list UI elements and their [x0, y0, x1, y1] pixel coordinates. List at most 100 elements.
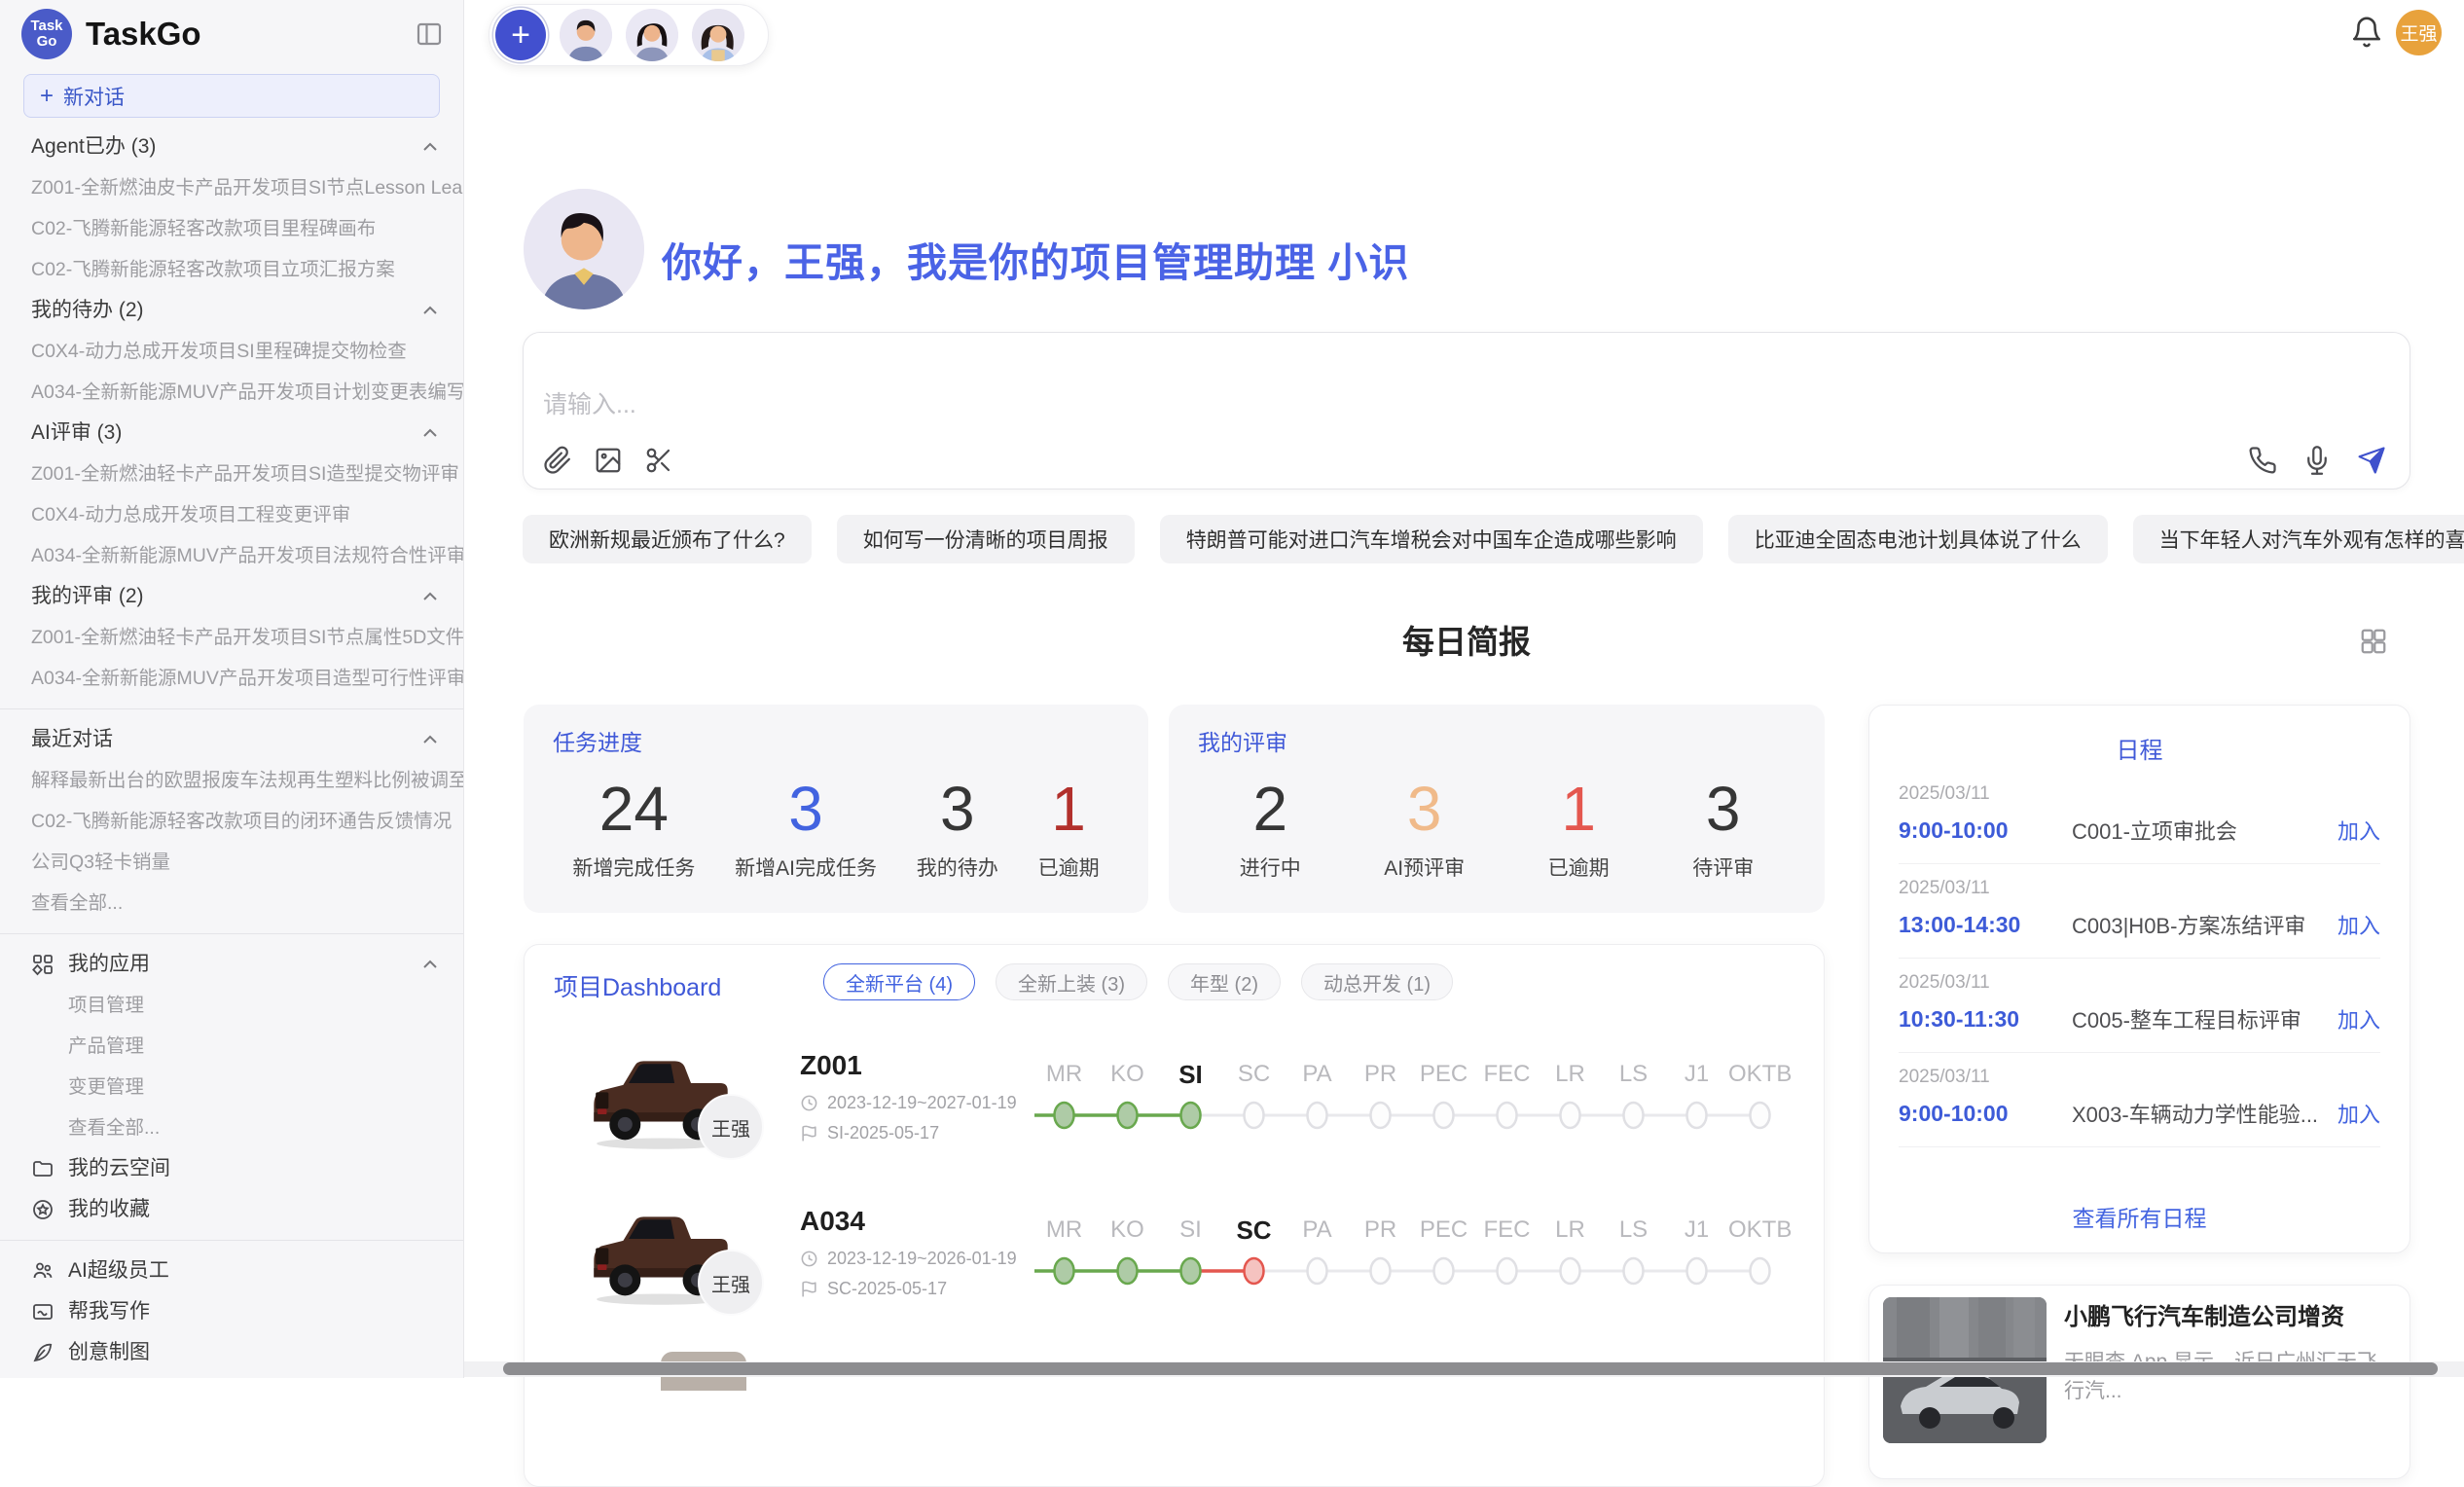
- join-link[interactable]: 加入: [2337, 815, 2380, 846]
- chevron-up-icon[interactable]: [422, 142, 438, 152]
- assistant-greeting: 你好，王强，我是你的项目管理助理 小识: [662, 230, 1409, 288]
- app-item[interactable]: 变更管理: [0, 1067, 463, 1107]
- news-card[interactable]: 小鹏飞行汽车制造公司增资 天眼查 App 显示，近日广州汇天飞行汽...: [1868, 1285, 2410, 1479]
- sidebar-item-cloud-space[interactable]: 我的云空间: [0, 1148, 463, 1189]
- sidebar-item-write[interactable]: 帮我写作: [0, 1291, 463, 1332]
- add-session-button[interactable]: +: [495, 10, 546, 60]
- stat-value: 3: [1384, 771, 1465, 847]
- conversation-item[interactable]: Z001-全新燃油轻卡产品开发项目SI节点属性5D文件评审: [0, 617, 463, 658]
- section-header[interactable]: Agent已办 (3): [0, 127, 463, 167]
- section-header[interactable]: 我的评审 (2): [0, 576, 463, 617]
- join-link[interactable]: 加入: [2337, 1098, 2380, 1129]
- suggestion-chip[interactable]: 特朗普可能对进口汽车增税会对中国车企造成哪些影响: [1160, 515, 1703, 563]
- milestone-label: PEC: [1412, 1211, 1475, 1250]
- conversation-item[interactable]: A034-全新新能源MUV产品开发项目造型可行性评审: [0, 658, 463, 699]
- task-section: 我的待办 (2) C0X4-动力总成开发项目SI里程碑提交物检查A034-全新新…: [0, 290, 463, 413]
- conversation-item[interactable]: C0X4-动力总成开发项目工程变更评审: [0, 494, 463, 535]
- suggestion-chip[interactable]: 如何写一份清晰的项目周报: [837, 515, 1135, 563]
- conversation-item[interactable]: A034-全新新能源MUV产品开发项目法规符合性评审: [0, 535, 463, 576]
- schedule-entry: 2025/03/11 9:00-10:00 C001-立项审批会 加入: [1899, 770, 2380, 864]
- app-item[interactable]: 产品管理: [0, 1026, 463, 1067]
- recent-chats-header[interactable]: 最近对话: [0, 719, 463, 760]
- recent-chat-item[interactable]: 查看全部...: [0, 883, 463, 924]
- message-input[interactable]: [543, 391, 1711, 419]
- people-icon: [31, 1259, 54, 1283]
- conversation-item[interactable]: C02-飞腾新能源轻客改款项目里程碑画布: [0, 208, 463, 249]
- sidebar-collapse-icon[interactable]: [415, 19, 444, 49]
- session-avatar-2[interactable]: [626, 9, 678, 61]
- send-icon[interactable]: [2357, 446, 2386, 475]
- milestone-label: MR: [1033, 1211, 1096, 1250]
- project-date-range: 2023-12-19~2027-01-19: [827, 1093, 1017, 1113]
- scissors-icon[interactable]: [644, 446, 673, 475]
- project-row[interactable]: 王强 Z001 2023-12-19~2027-01-19 SI-2025-05…: [525, 1025, 1825, 1180]
- image-icon[interactable]: [594, 446, 623, 475]
- recent-chat-item[interactable]: 解释最新出台的欧盟报废车法规再生塑料比例被调至15%...: [0, 760, 463, 801]
- chevron-up-icon[interactable]: [422, 306, 438, 315]
- conversation-item[interactable]: Z001-全新燃油轻卡产品开发项目SI造型提交物评审: [0, 453, 463, 494]
- section-header[interactable]: 我的待办 (2): [0, 290, 463, 331]
- stat-value: 3: [735, 771, 877, 847]
- section-items: C0X4-动力总成开发项目SI里程碑提交物检查A034-全新新能源MUV产品开发…: [0, 331, 463, 413]
- section-items: Z001-全新燃油皮卡产品开发项目SI节点Lesson Learn报告C02-飞…: [0, 167, 463, 290]
- chevron-up-icon[interactable]: [422, 960, 438, 969]
- writing-icon: [31, 1300, 54, 1324]
- new-chat-button[interactable]: + 新对话: [23, 74, 440, 118]
- microphone-icon[interactable]: [2302, 446, 2332, 475]
- join-link[interactable]: 加入: [2337, 1003, 2380, 1034]
- dashboard-tab[interactable]: 年型 (2): [1168, 963, 1281, 1000]
- clock-icon: [800, 1250, 818, 1268]
- chevron-up-icon[interactable]: [422, 735, 438, 744]
- sidebar-item-draw[interactable]: 创意制图: [0, 1332, 463, 1373]
- horizontal-scrollbar-thumb[interactable]: [503, 1362, 2438, 1375]
- stat-value: 3: [1692, 771, 1754, 847]
- sidebar-nav: Agent已办 (3) Z001-全新燃油皮卡产品开发项目SI节点Lesson …: [0, 127, 463, 1373]
- dashboard-tab[interactable]: 动总开发 (1): [1301, 963, 1453, 1000]
- stat-cell: 3 我的待办: [917, 771, 998, 882]
- app-item[interactable]: 项目管理: [0, 985, 463, 1026]
- view-all-schedule-link[interactable]: 查看所有日程: [1869, 1200, 2410, 1233]
- conversation-item[interactable]: A034-全新新能源MUV产品开发项目计划变更表编写: [0, 372, 463, 413]
- stat-card: 我的评审 2 进行中 3 AI预评审 1 已逾期 3: [1169, 705, 1825, 913]
- app-item[interactable]: 查看全部...: [0, 1107, 463, 1148]
- sidebar-item-favorites[interactable]: 我的收藏: [0, 1189, 463, 1230]
- chevron-up-icon[interactable]: [422, 428, 438, 438]
- chevron-up-icon[interactable]: [422, 592, 438, 601]
- app-items: 项目管理产品管理变更管理查看全部...: [0, 985, 463, 1148]
- sidebar-item-ai-staff[interactable]: AI超级员工: [0, 1251, 463, 1291]
- phone-icon[interactable]: [2248, 446, 2277, 475]
- suggestion-chip[interactable]: 比亚迪全固态电池计划具体说了什么: [1728, 515, 2108, 563]
- app-title: TaskGo: [86, 16, 201, 53]
- section-header[interactable]: AI评审 (3): [0, 413, 463, 453]
- session-switcher: +: [489, 4, 769, 66]
- dashboard-tab[interactable]: 全新上装 (3): [996, 963, 1147, 1000]
- recent-chat-item[interactable]: 公司Q3轻卡销量: [0, 842, 463, 883]
- milestone-label: PEC: [1412, 1055, 1475, 1094]
- paperclip-icon[interactable]: [543, 446, 572, 475]
- stat-label: AI预评审: [1384, 852, 1465, 882]
- recent-items: 解释最新出台的欧盟报废车法规再生塑料比例被调至15%...C02-飞腾新能源轻客…: [0, 760, 463, 924]
- recent-chat-item[interactable]: C02-飞腾新能源轻客改款项目的闭环通告反馈情况: [0, 801, 463, 842]
- conversation-item[interactable]: C02-飞腾新能源轻客改款项目立项汇报方案: [0, 249, 463, 290]
- session-avatar-1[interactable]: [560, 9, 612, 61]
- suggestion-chip[interactable]: 欧洲新规最近颁布了什么?: [523, 515, 812, 563]
- conversation-item[interactable]: Z001-全新燃油皮卡产品开发项目SI节点Lesson Learn报告: [0, 167, 463, 208]
- stat-cell: 1 已逾期: [1038, 771, 1100, 882]
- stat-value: 24: [572, 771, 695, 847]
- notifications-bell-icon[interactable]: [2350, 16, 2383, 49]
- suggestion-chip[interactable]: 当下年轻人对汽车外观有怎样的喜好趋势: [2133, 515, 2464, 563]
- layout-grid-icon[interactable]: [2359, 627, 2388, 656]
- project-row[interactable]: 王强 A034 2023-12-19~2026-01-19 SC-2025-05…: [525, 1180, 1825, 1336]
- user-avatar[interactable]: 王强: [2396, 10, 2442, 55]
- sidebar-item-my-apps[interactable]: 我的应用: [0, 944, 463, 985]
- milestone-label: J1: [1665, 1055, 1728, 1094]
- join-link[interactable]: 加入: [2337, 909, 2380, 940]
- stat-cell: 3 新增AI完成任务: [735, 771, 877, 882]
- conversation-item[interactable]: C0X4-动力总成开发项目SI里程碑提交物检查: [0, 331, 463, 372]
- section-label: Agent已办 (3): [31, 127, 156, 167]
- milestone-label: PA: [1286, 1211, 1349, 1250]
- milestone-label: FEC: [1475, 1055, 1539, 1094]
- session-avatar-3[interactable]: [692, 9, 744, 61]
- project-flag-milestone: SC-2025-05-17: [800, 1279, 947, 1299]
- dashboard-tab[interactable]: 全新平台 (4): [823, 963, 975, 1000]
